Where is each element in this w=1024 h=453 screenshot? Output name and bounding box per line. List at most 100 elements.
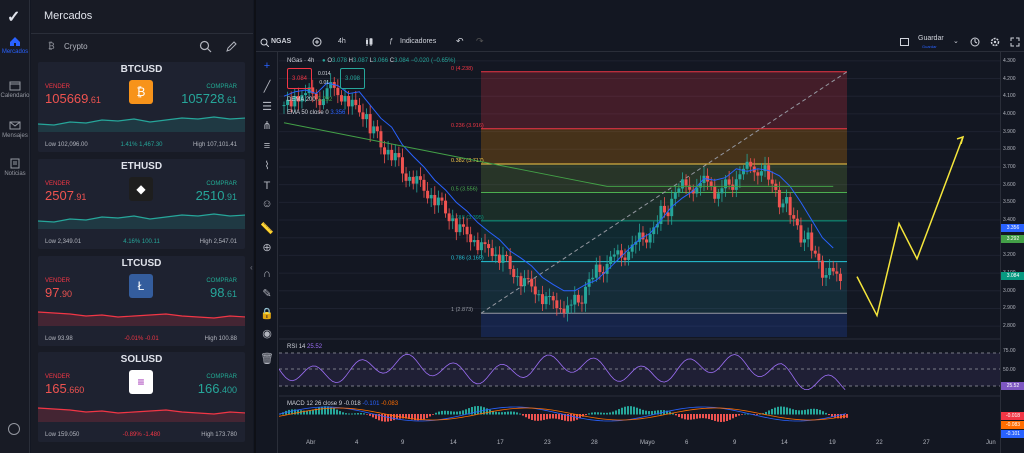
card-symbol: BTCUSD: [120, 64, 163, 75]
fullscreen-icon[interactable]: [1010, 37, 1020, 47]
candle-body: [623, 257, 627, 260]
price-tick: 3.700: [1003, 163, 1016, 170]
coin-icon: ₿: [129, 80, 153, 104]
macd-bar: [594, 412, 596, 415]
candle-body: [368, 114, 372, 134]
sell-button[interactable]: 3.084: [287, 68, 312, 89]
indicators-button[interactable]: Indicadores: [400, 38, 436, 45]
add-symbol-icon[interactable]: [312, 37, 322, 47]
fib-zone: [481, 128, 847, 164]
sell-label: VENDER: [45, 84, 71, 90]
horizontal-lines-icon[interactable]: ☰: [259, 99, 275, 115]
pattern-icon[interactable]: ⌇: [259, 158, 275, 174]
nav-item-mercados[interactable]: Mercados: [0, 36, 30, 55]
candle-body: [458, 224, 462, 233]
trendline-icon[interactable]: ╱: [259, 79, 275, 95]
candle-body: [537, 294, 541, 296]
interval-button[interactable]: 4h: [338, 38, 346, 45]
sell-price[interactable]: 2507.91: [45, 188, 86, 203]
buy-price[interactable]: 105728.61: [181, 91, 237, 106]
candle-body: [472, 240, 476, 243]
sell-price[interactable]: 105669.61: [45, 91, 101, 106]
macd-bar: [618, 409, 620, 415]
candle-body: [440, 197, 444, 201]
theme-toggle-icon[interactable]: [8, 423, 20, 435]
candle-body: [677, 188, 681, 193]
undo-icon[interactable]: ↶: [456, 36, 464, 47]
nav-item-mensajes[interactable]: Mensajes: [0, 120, 30, 139]
zoom-icon[interactable]: ⊕: [259, 240, 275, 256]
fib-icon[interactable]: ≡: [259, 138, 275, 154]
market-card-solusd[interactable]: SOLUSD VENDER COMPRAR 165.660 166.400 ≡ Low 15…: [38, 352, 245, 442]
edit-icon[interactable]: [225, 40, 238, 53]
chevron-down-icon[interactable]: ⌄: [953, 37, 959, 45]
lock-icon[interactable]: 🔒: [259, 306, 275, 322]
gear-icon[interactable]: [990, 37, 1000, 47]
pitchfork-icon[interactable]: ⋔: [259, 118, 275, 134]
text-icon[interactable]: T: [259, 178, 275, 194]
candle-body: [350, 99, 354, 107]
candle-body: [767, 165, 771, 180]
buy-price-decimals: .91: [224, 192, 237, 202]
price-scale[interactable]: 4.300 4.200 4.100 4.000 3.900 3.800 3.700 3.600…: [1000, 52, 1024, 453]
search-icon[interactable]: [199, 40, 212, 53]
category-label[interactable]: Crypto: [64, 42, 88, 51]
sell-price[interactable]: 165.660: [45, 381, 84, 396]
market-card-ethusd[interactable]: ETHUSD VENDER COMPRAR 2507.91 2510.91 ◆ Low 2,…: [38, 159, 245, 249]
buy-button[interactable]: 3.098: [340, 68, 365, 89]
emoji-icon[interactable]: ☺: [259, 196, 275, 212]
eye-icon[interactable]: ◉: [259, 326, 275, 342]
legend-c: 3.084: [394, 58, 410, 64]
layout-icon[interactable]: [900, 38, 909, 46]
time-tick: 9: [401, 440, 405, 446]
buy-price[interactable]: 98.61: [210, 285, 237, 300]
nav-label: Calendario: [0, 93, 30, 99]
candle-body: [648, 234, 652, 243]
candle-body: [390, 149, 394, 161]
price-tick: 3.400: [1003, 217, 1016, 224]
time-tick: 22: [876, 440, 883, 446]
macd-bar: [822, 411, 824, 415]
trash-icon[interactable]: 🗑: [259, 351, 275, 367]
price-tick: 3.800: [1003, 146, 1016, 153]
macd-bar: [507, 411, 509, 415]
candle-body: [483, 242, 487, 245]
search-icon[interactable]: [260, 38, 269, 47]
nav-item-calendario[interactable]: Calendario: [0, 80, 30, 99]
collapse-panel-icon[interactable]: ‹: [250, 263, 253, 272]
price-chart[interactable]: 0 (4.238)0.236 (3.916)0.382 (3.717)0.5 (…: [279, 52, 1000, 453]
candle-body: [562, 308, 566, 314]
macd-bar: [444, 410, 446, 415]
sell-price[interactable]: 97.90: [45, 285, 72, 300]
buy-price[interactable]: 166.400: [198, 381, 237, 396]
crosshair-icon[interactable]: +: [259, 58, 275, 74]
spread-value: 0.014: [318, 71, 331, 77]
macd-bar: [342, 412, 344, 415]
candle-body: [354, 99, 358, 106]
ruler-icon[interactable]: 📏: [259, 221, 275, 237]
macd-bar: [600, 412, 602, 415]
candles-icon[interactable]: [364, 37, 374, 47]
market-card-btcusd[interactable]: BTCUSD VENDER COMPRAR 105669.61 105728.61 ₿ Lo…: [38, 62, 245, 152]
macd-bar: [588, 413, 590, 415]
drawing-tools: + ╱ ☰ ⋔ ≡ ⌇ T ☺ 📏 ⊕ ∩ ✎ 🔒 ◉ 🗑: [256, 52, 278, 453]
time-tick: 6: [685, 440, 689, 446]
magnet-icon[interactable]: ∩: [259, 266, 275, 282]
coin-icon: ◆: [129, 177, 153, 201]
nav-item-noticias[interactable]: Noticias: [0, 158, 30, 177]
sell-price-main: 2507: [45, 188, 74, 203]
alert-icon[interactable]: [970, 37, 980, 47]
lock-drawings-icon[interactable]: ✎: [259, 286, 275, 302]
fib-zone: [481, 71, 847, 129]
market-card-ltcusd[interactable]: LTCUSD VENDER COMPRAR 97.90 98.61 Ł Low 93.98-…: [38, 256, 245, 346]
symbol-search[interactable]: NGAS: [271, 38, 291, 45]
candle-body: [551, 296, 555, 301]
buy-price[interactable]: 2510.91: [196, 188, 237, 203]
macd-bar: [831, 414, 833, 417]
candle-body: [444, 200, 448, 214]
redo-icon[interactable]: ↷: [476, 36, 484, 47]
checkmark-logo[interactable]: ✓: [7, 7, 20, 27]
buy-price-main: 105728: [181, 91, 225, 106]
save-button[interactable]: Guardar: [918, 35, 944, 42]
time-tick: Mayo: [640, 440, 655, 446]
